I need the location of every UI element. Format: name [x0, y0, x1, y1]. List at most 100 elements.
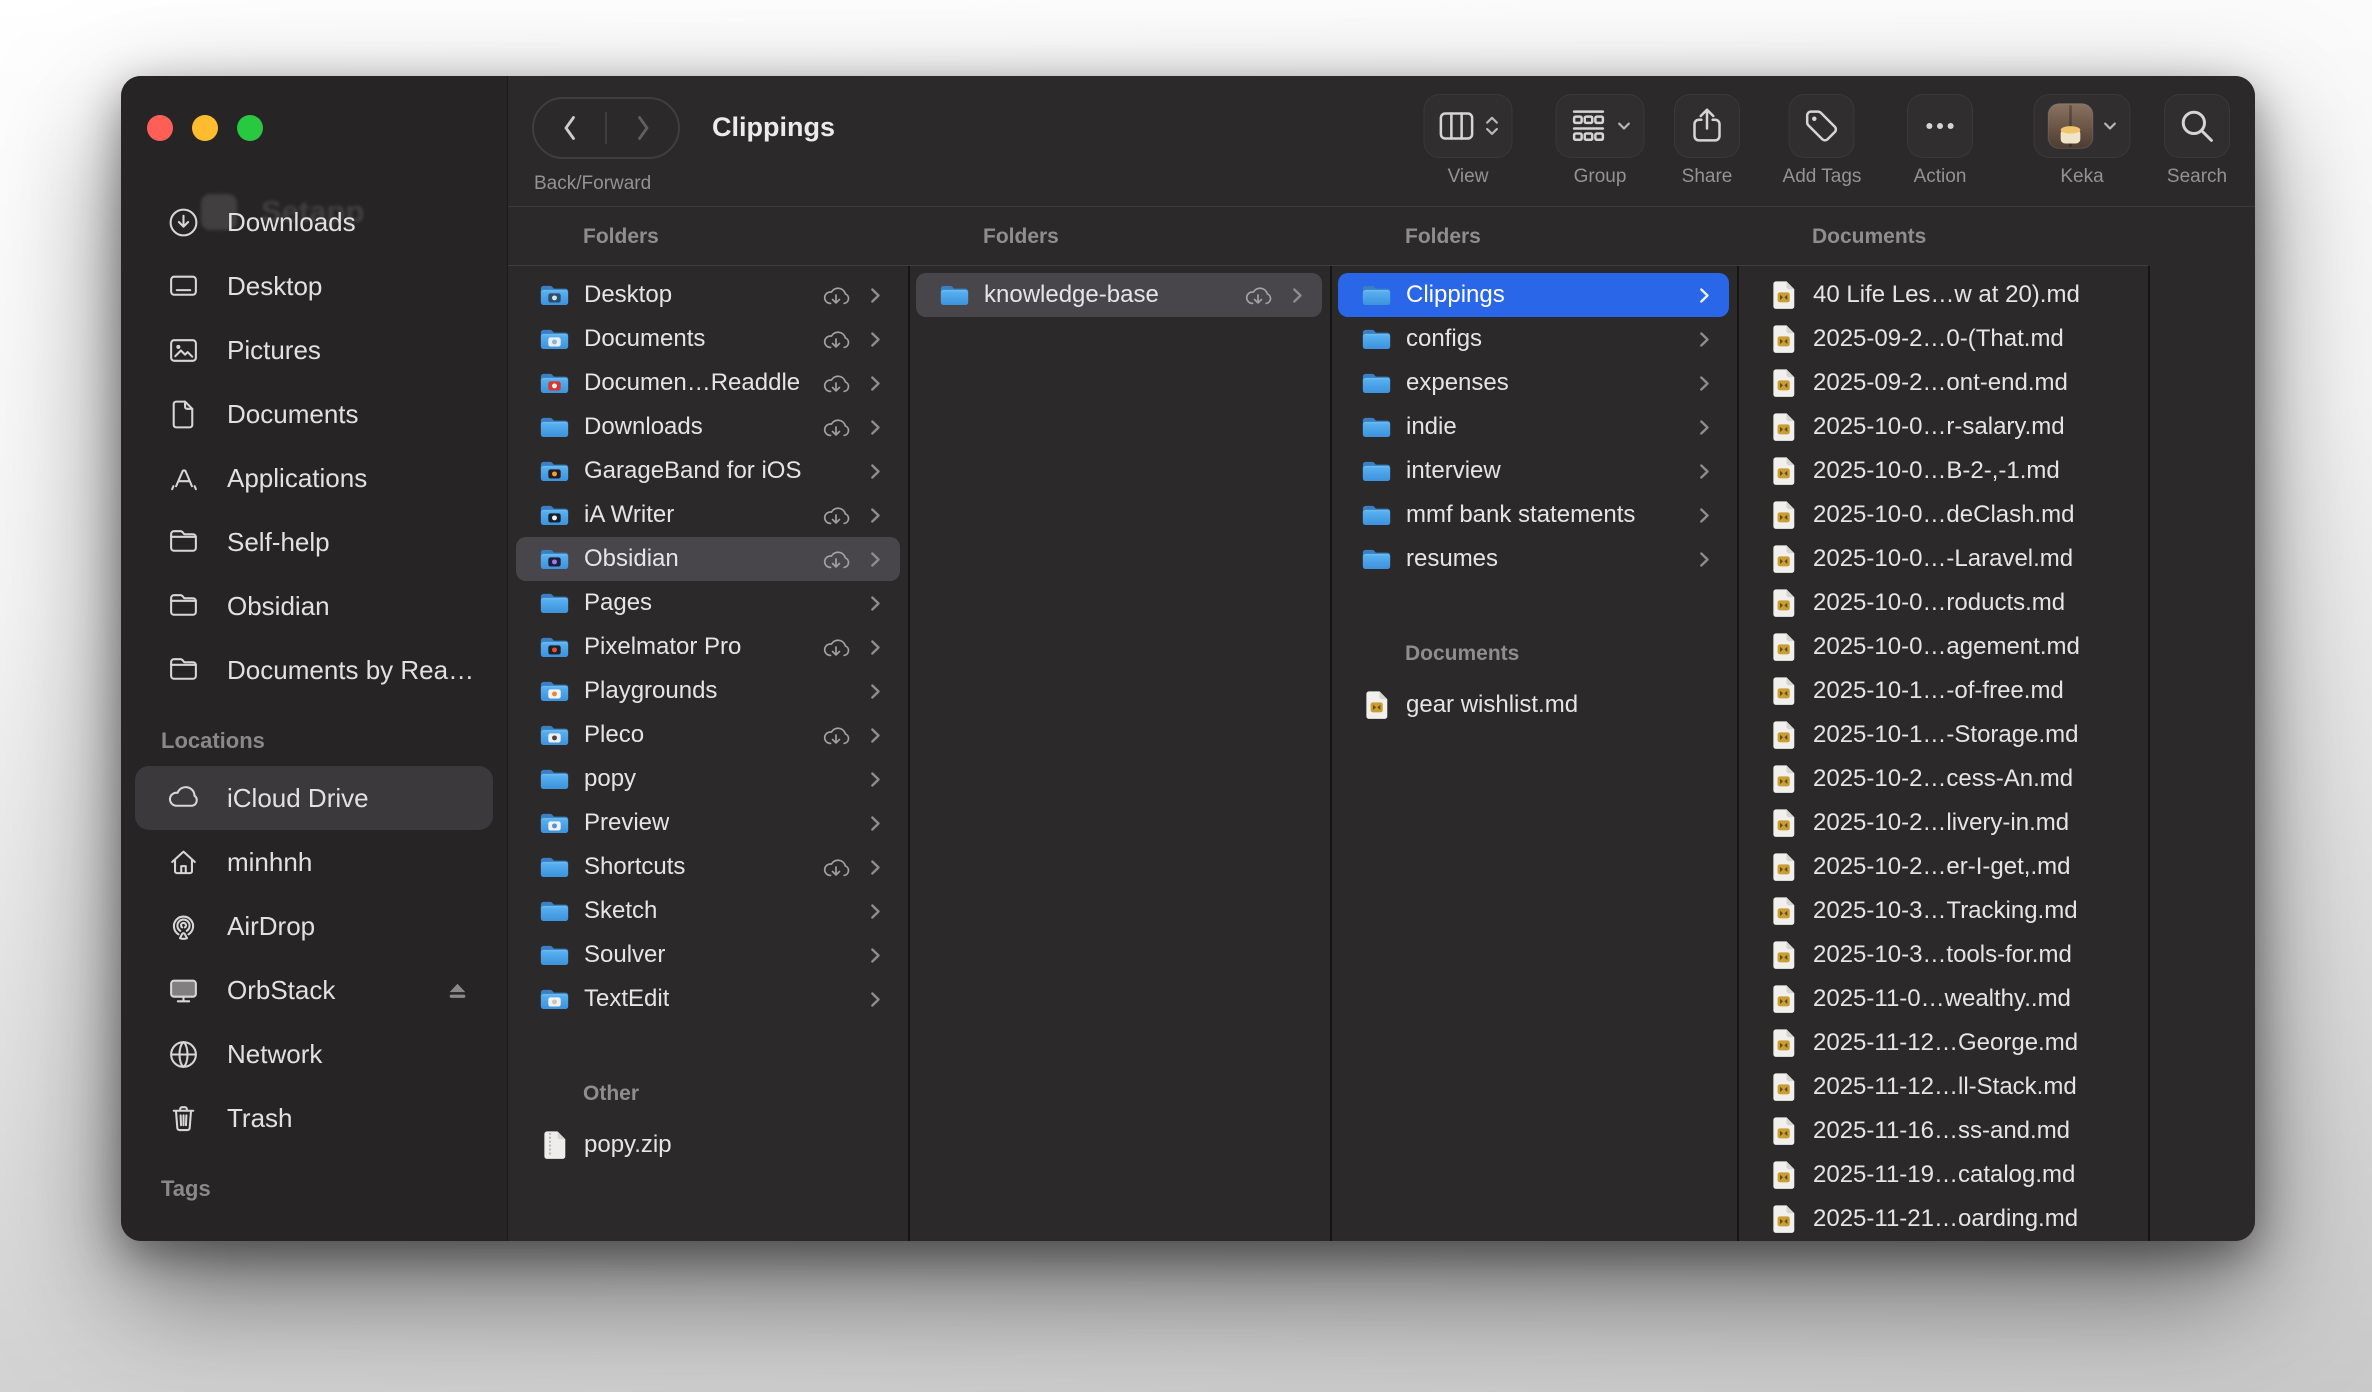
- sidebar-item-downloads[interactable]: Downloads: [135, 190, 493, 254]
- row-pleco[interactable]: Pleco: [516, 713, 900, 757]
- row-downloads[interactable]: Downloads: [516, 405, 900, 449]
- row-shortcuts[interactable]: Shortcuts: [516, 845, 900, 889]
- toolbar-group-button[interactable]: Group: [1556, 94, 1645, 188]
- toolbar-add-tags-button[interactable]: Add Tags: [1783, 94, 1862, 188]
- folder-icon: [538, 546, 571, 572]
- row-documen-readdle[interactable]: Documen…Readdle: [516, 361, 900, 405]
- row-label: 2025-11-21…oarding.md: [1813, 1205, 2078, 1233]
- row-2025-10-1-of-free-md[interactable]: 2025-10-1…-of-free.md: [1745, 669, 2140, 713]
- row-interview[interactable]: interview: [1338, 449, 1729, 493]
- sidebar-item-orbstack[interactable]: OrbStack: [135, 958, 493, 1022]
- row-playgrounds[interactable]: Playgrounds: [516, 669, 900, 713]
- row-2025-09-2-ont-end-md[interactable]: 2025-09-2…ont-end.md: [1745, 361, 2140, 405]
- row-2025-10-0-declash-md[interactable]: 2025-10-0…deClash.md: [1745, 493, 2140, 537]
- row-2025-11-21-oarding-md[interactable]: 2025-11-21…oarding.md: [1745, 1197, 2140, 1241]
- eject-icon[interactable]: [446, 981, 469, 1000]
- column-divider[interactable]: [2148, 266, 2150, 1241]
- row-garageband-for-ios[interactable]: GarageBand for iOS: [516, 449, 900, 493]
- chevron-right-icon: [870, 595, 881, 612]
- row-textedit[interactable]: TextEdit: [516, 977, 900, 1021]
- row-mmf-bank-statements[interactable]: mmf bank statements: [1338, 493, 1729, 537]
- row-2025-10-2-livery-in-md[interactable]: 2025-10-2…livery-in.md: [1745, 801, 2140, 845]
- toolbar-search-button[interactable]: Search: [2164, 94, 2230, 188]
- row-2025-10-0-laravel-md[interactable]: 2025-10-0…-Laravel.md: [1745, 537, 2140, 581]
- sidebar-item-trash[interactable]: Trash: [135, 1086, 493, 1150]
- sidebar-item-desktop[interactable]: Desktop: [135, 254, 493, 318]
- sidebar-item-documents-by-rea[interactable]: Documents by Rea…: [135, 638, 493, 702]
- sidebar-item-documents[interactable]: Documents: [135, 382, 493, 446]
- row-2025-10-3-tracking-md[interactable]: 2025-10-3…Tracking.md: [1745, 889, 2140, 933]
- row-expenses[interactable]: expenses: [1338, 361, 1729, 405]
- row-popy-zip[interactable]: popy.zip: [516, 1123, 900, 1167]
- row-2025-10-0-r-salary-md[interactable]: 2025-10-0…r-salary.md: [1745, 405, 2140, 449]
- column-4: 40 Life Les…w at 20).md2025-09-2…0-(That…: [1737, 266, 2148, 1241]
- share-icon: [1674, 94, 1740, 158]
- markdown-file-icon: [1767, 852, 1800, 882]
- back-button[interactable]: [560, 112, 580, 144]
- row-40-life-les-w-at-20-md[interactable]: 40 Life Les…w at 20).md: [1745, 273, 2140, 317]
- row-2025-10-2-er-i-get-md[interactable]: 2025-10-2…er-I-get,.md: [1745, 845, 2140, 889]
- row-desktop[interactable]: Desktop: [516, 273, 900, 317]
- row-documents[interactable]: Documents: [516, 317, 900, 361]
- sidebar-item-label: Documents: [227, 399, 359, 430]
- row-configs[interactable]: configs: [1338, 317, 1729, 361]
- forward-button[interactable]: [633, 112, 653, 144]
- columns: DesktopDocuments Documen…Readdle Downloads…: [508, 266, 2255, 1241]
- toolbar-share-button[interactable]: Share: [1674, 94, 1740, 188]
- row-2025-09-2-0-that-md[interactable]: 2025-09-2…0-(That.md: [1745, 317, 2140, 361]
- markdown-file-icon: [1767, 544, 1800, 574]
- row-sketch[interactable]: Sketch: [516, 889, 900, 933]
- row-2025-10-0-roducts-md[interactable]: 2025-10-0…roducts.md: [1745, 581, 2140, 625]
- sidebar-item-applications[interactable]: Applications: [135, 446, 493, 510]
- row-clippings[interactable]: Clippings: [1338, 273, 1729, 317]
- sidebar-item-self-help[interactable]: Self-help: [135, 510, 493, 574]
- sidebar-item-minhnh[interactable]: minhnh: [135, 830, 493, 894]
- row-resumes[interactable]: resumes: [1338, 537, 1729, 581]
- row-2025-10-3-tools-for-md[interactable]: 2025-10-3…tools-for.md: [1745, 933, 2140, 977]
- row-2025-10-0-agement-md[interactable]: 2025-10-0…agement.md: [1745, 625, 2140, 669]
- zoom-button[interactable]: [237, 115, 263, 141]
- row-ia-writer[interactable]: iA Writer: [516, 493, 900, 537]
- row-knowledge-base[interactable]: knowledge-base: [916, 273, 1322, 317]
- row-2025-11-12-george-md[interactable]: 2025-11-12…George.md: [1745, 1021, 2140, 1065]
- row-indie[interactable]: indie: [1338, 405, 1729, 449]
- toolbar-button-label: Keka: [2060, 166, 2103, 188]
- row-popy[interactable]: popy: [516, 757, 900, 801]
- row-label: Documen…Readdle: [584, 369, 800, 397]
- row-label: Playgrounds: [584, 677, 717, 705]
- row-2025-10-2-cess-an-md[interactable]: 2025-10-2…cess-An.md: [1745, 757, 2140, 801]
- row-soulver[interactable]: Soulver: [516, 933, 900, 977]
- markdown-file-icon: [1767, 324, 1800, 354]
- sidebar-item-pictures[interactable]: Pictures: [135, 318, 493, 382]
- close-button[interactable]: [147, 115, 173, 141]
- sidebar-item-airdrop[interactable]: AirDrop: [135, 894, 493, 958]
- row-pages[interactable]: Pages: [516, 581, 900, 625]
- markdown-file-icon: [1767, 764, 1800, 794]
- tag-icon: [1789, 94, 1855, 158]
- sidebar-item-icloud-drive[interactable]: iCloud Drive: [135, 766, 493, 830]
- row-2025-11-19-catalog-md[interactable]: 2025-11-19…catalog.md: [1745, 1153, 2140, 1197]
- markdown-file-icon: [1767, 984, 1800, 1014]
- sidebar-item-obsidian[interactable]: Obsidian: [135, 574, 493, 638]
- row-pixelmator-pro[interactable]: Pixelmator Pro: [516, 625, 900, 669]
- chevron-right-icon: [870, 551, 881, 568]
- chevron-right-icon: [870, 859, 881, 876]
- chevron-right-icon: [1699, 507, 1710, 524]
- row-2025-11-12-ll-stack-md[interactable]: 2025-11-12…ll-Stack.md: [1745, 1065, 2140, 1109]
- toolbar-view-button[interactable]: View: [1424, 94, 1513, 188]
- row-preview[interactable]: Preview: [516, 801, 900, 845]
- folder-icon: [538, 810, 571, 836]
- row-2025-11-16-ss-and-md[interactable]: 2025-11-16…ss-and.md: [1745, 1109, 2140, 1153]
- minimize-button[interactable]: [192, 115, 218, 141]
- row-2025-10-0-b-2-1-md[interactable]: 2025-10-0…B-2-,-1.md: [1745, 449, 2140, 493]
- sidebar-item-label: Documents by Rea…: [227, 655, 474, 686]
- markdown-file-icon: [1767, 940, 1800, 970]
- toolbar-action-button[interactable]: Action: [1907, 94, 1973, 188]
- markdown-file-icon: [1767, 368, 1800, 398]
- toolbar-keka-button[interactable]: Keka: [2034, 94, 2131, 188]
- row-obsidian[interactable]: Obsidian: [516, 537, 900, 581]
- row-2025-11-0-wealthy-md[interactable]: 2025-11-0…wealthy..md: [1745, 977, 2140, 1021]
- row-2025-10-1-storage-md[interactable]: 2025-10-1…-Storage.md: [1745, 713, 2140, 757]
- sidebar-item-network[interactable]: Network: [135, 1022, 493, 1086]
- row-gear-wishlist-md[interactable]: gear wishlist.md: [1338, 683, 1729, 727]
